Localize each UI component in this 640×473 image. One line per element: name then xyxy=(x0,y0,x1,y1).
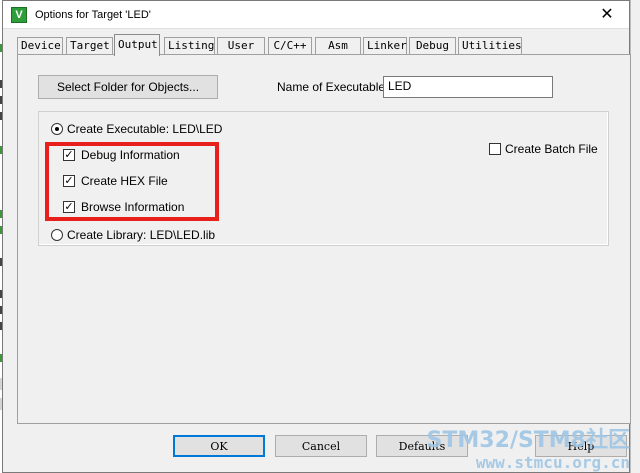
red-highlight-box xyxy=(45,142,219,221)
name-of-executable-label: Name of Executable: xyxy=(277,80,389,94)
tab-device[interactable]: Device xyxy=(17,37,63,55)
output-panel: Select Folder for Objects... Name of Exe… xyxy=(17,54,631,424)
tab-listing[interactable]: Listing xyxy=(164,37,215,55)
tab-target[interactable]: Target xyxy=(66,37,113,55)
ok-button[interactable]: OK xyxy=(173,435,265,457)
title-bar: V Options for Target 'LED' ✕ xyxy=(3,1,629,29)
name-of-executable-input[interactable]: LED xyxy=(383,76,553,98)
tab-output[interactable]: Output xyxy=(114,34,160,56)
tab-user[interactable]: User xyxy=(217,37,265,55)
tab-utilities[interactable]: Utilities xyxy=(458,37,522,55)
window-title: Options for Target 'LED' xyxy=(35,9,151,21)
tab-c-cpp[interactable]: C/C++ xyxy=(268,37,312,55)
cancel-button[interactable]: Cancel xyxy=(275,435,367,457)
create-batch-file-label: Create Batch File xyxy=(505,142,598,156)
options-dialog: V Options for Target 'LED' ✕ Device Targ… xyxy=(2,0,631,473)
defaults-button[interactable]: Defaults xyxy=(376,435,468,457)
keil-app-icon: V xyxy=(11,7,27,23)
output-options-group: Create Executable: LED\LED ✓ Debug Infor… xyxy=(38,111,609,246)
create-batch-file-checkbox[interactable] xyxy=(489,143,501,155)
create-library-label: Create Library: LED\LED.lib xyxy=(67,228,216,242)
background-window-edge xyxy=(630,0,640,473)
close-button[interactable]: ✕ xyxy=(585,1,629,29)
create-library-radio[interactable] xyxy=(51,229,63,241)
create-executable-radio[interactable] xyxy=(51,123,63,135)
tab-debug[interactable]: Debug xyxy=(409,37,456,55)
help-button[interactable]: Help xyxy=(535,435,627,457)
create-executable-label: Create Executable: LED\LED xyxy=(67,122,223,136)
tab-asm[interactable]: Asm xyxy=(315,37,361,55)
tab-linker[interactable]: Linker xyxy=(363,37,407,55)
radio-selected-dot xyxy=(55,127,59,131)
select-folder-button[interactable]: Select Folder for Objects... xyxy=(38,75,218,99)
